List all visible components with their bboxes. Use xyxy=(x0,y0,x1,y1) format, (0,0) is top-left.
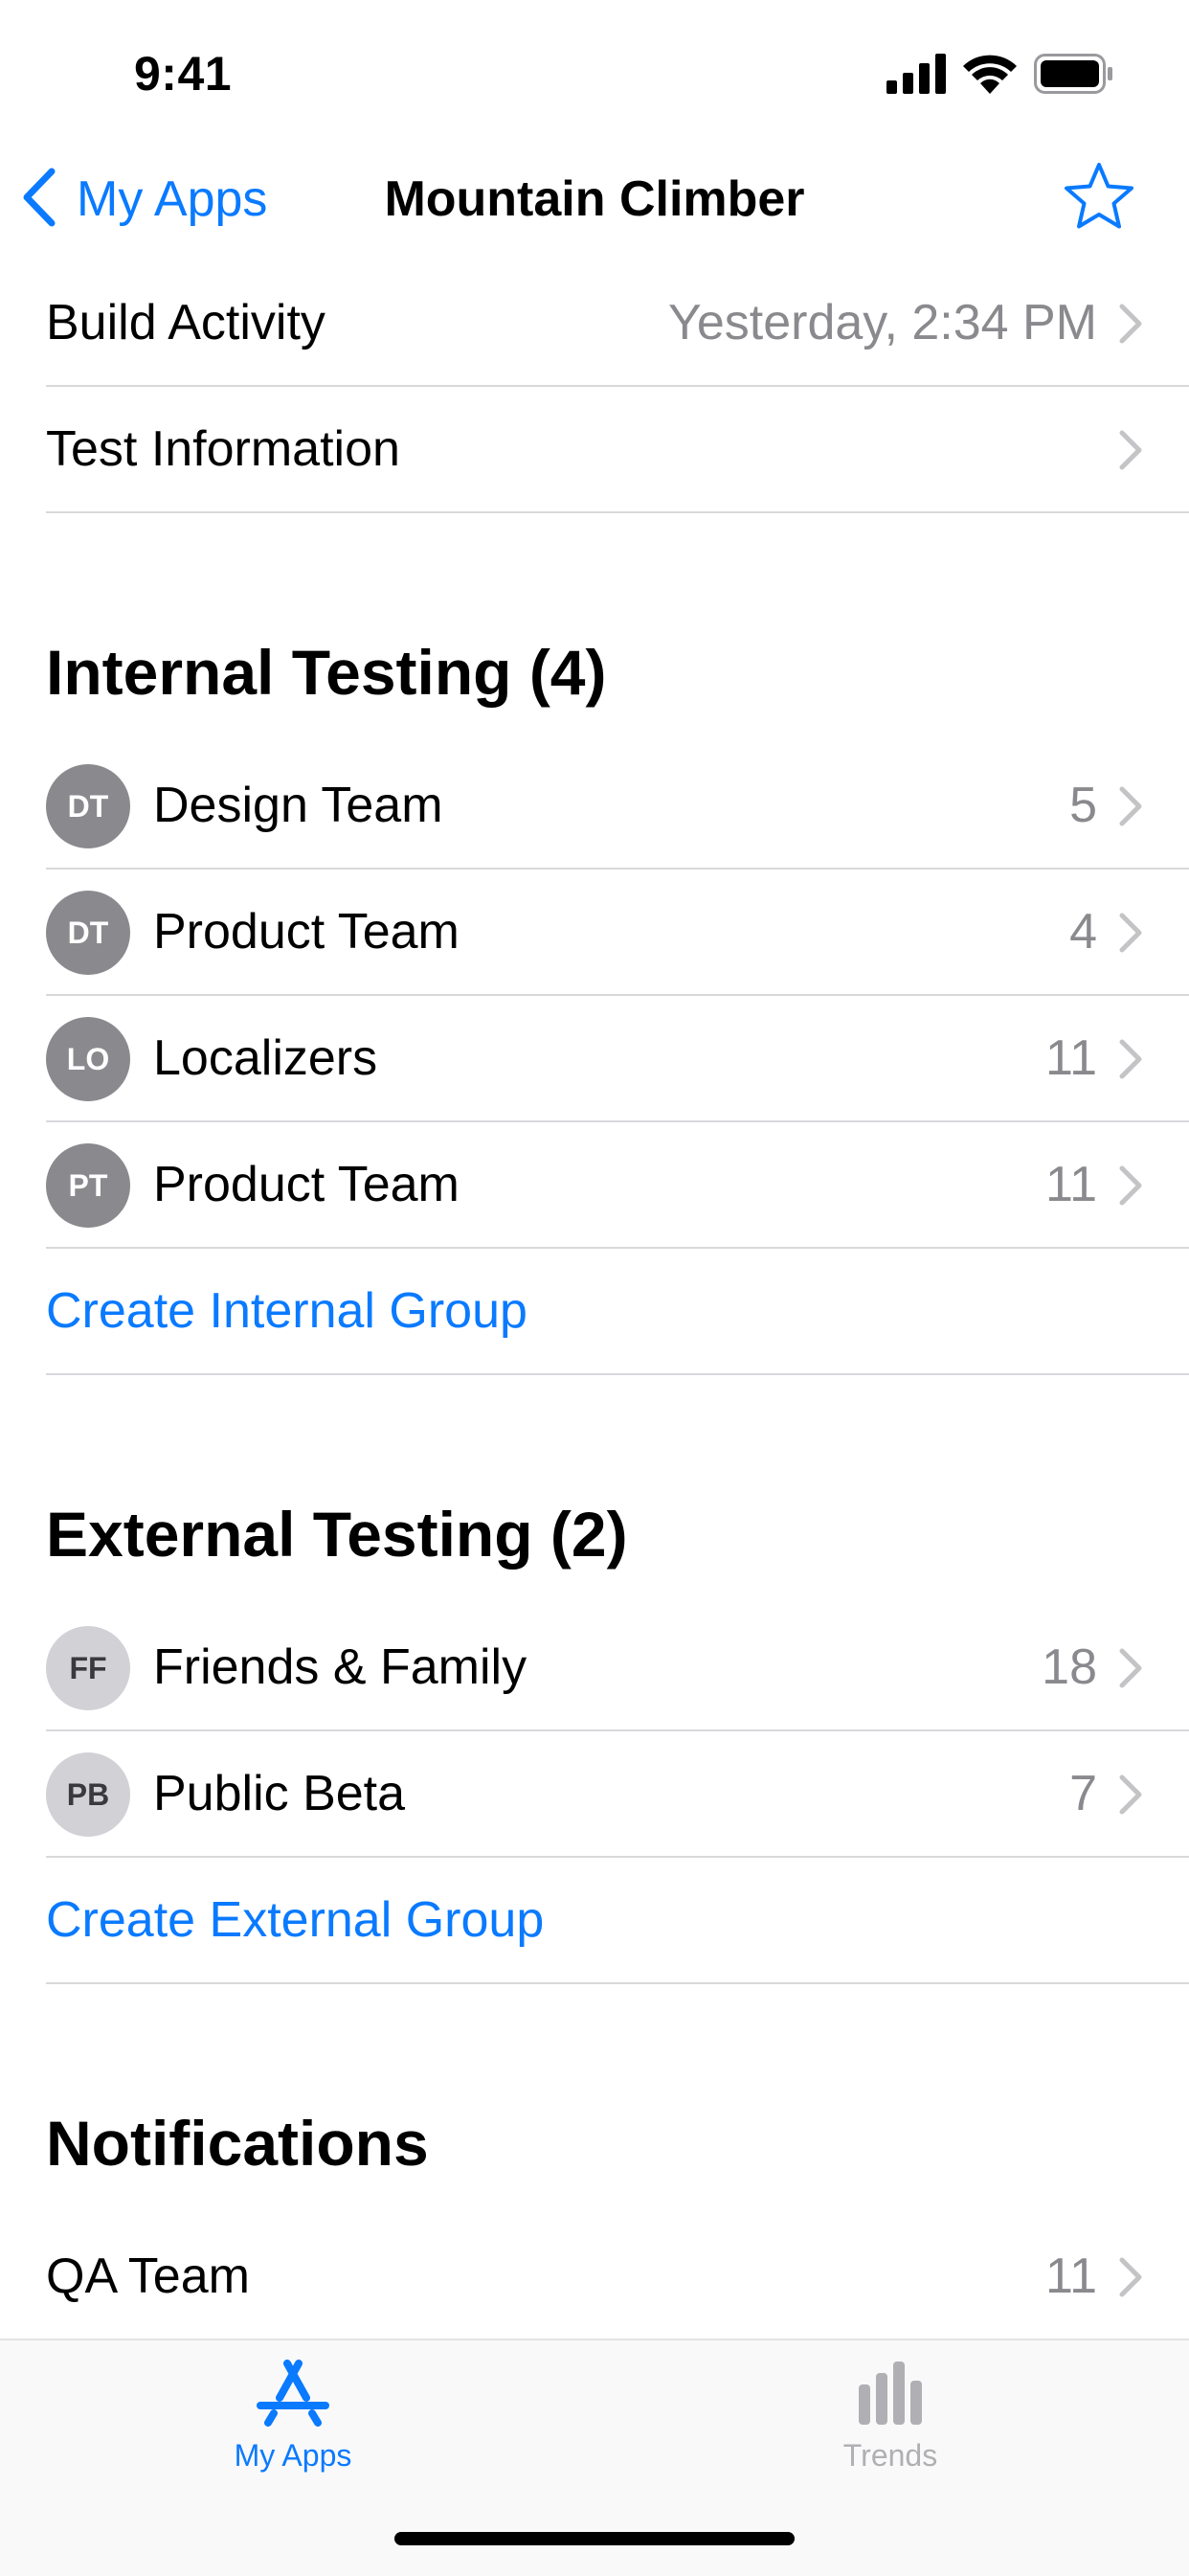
create-internal-group-label: Create Internal Group xyxy=(46,1283,527,1339)
tab-my-apps[interactable]: My Apps xyxy=(149,2360,437,2474)
group-avatar: LO xyxy=(46,1017,130,1101)
group-count: 7 xyxy=(1069,1766,1097,1821)
cellular-signal-icon xyxy=(886,54,946,94)
tab-label: My Apps xyxy=(234,2438,352,2473)
create-external-group-label: Create External Group xyxy=(46,1892,545,1948)
page-title: Mountain Climber xyxy=(384,171,805,227)
chevron-right-icon xyxy=(1119,430,1142,470)
group-avatar: PB xyxy=(46,1752,130,1837)
group-name: Public Beta xyxy=(153,1766,406,1821)
row-value: Yesterday, 2:34 PM xyxy=(667,295,1097,350)
group-name: Localizers xyxy=(153,1030,378,1086)
group-count: 11 xyxy=(1045,1030,1097,1086)
create-external-group-button[interactable]: Create External Group xyxy=(46,1858,1189,1984)
group-name: Design Team xyxy=(153,778,443,833)
external-group-row[interactable]: PB Public Beta 7 xyxy=(46,1731,1189,1858)
chevron-right-icon xyxy=(1119,1648,1142,1688)
tab-trends[interactable]: Trends xyxy=(747,2360,1034,2474)
notifications-title: Notifications xyxy=(46,2108,429,2179)
internal-testing-title: Internal Testing (4) xyxy=(46,637,607,708)
home-indicator xyxy=(394,2532,795,2545)
group-avatar: PT xyxy=(46,1143,130,1228)
build-activity-row[interactable]: Build Activity Yesterday, 2:34 PM xyxy=(46,260,1189,387)
group-avatar: FF xyxy=(46,1626,130,1710)
tab-label: Trends xyxy=(842,2438,938,2473)
internal-group-row[interactable]: DT Product Team 4 xyxy=(46,870,1189,996)
notification-row[interactable]: QA Team 11 xyxy=(46,2214,1189,2340)
internal-group-row[interactable]: PT Product Team 11 xyxy=(46,1122,1189,1249)
chevron-right-icon xyxy=(1119,2257,1142,2297)
chevron-right-icon xyxy=(1119,1039,1142,1079)
row-label: Test Information xyxy=(46,421,400,477)
group-count: 5 xyxy=(1069,778,1097,833)
row-label: QA Team xyxy=(46,2248,250,2304)
chevron-right-icon xyxy=(1119,1774,1142,1815)
app-store-icon xyxy=(149,2360,437,2430)
create-internal-group-button[interactable]: Create Internal Group xyxy=(46,1249,1189,1375)
external-group-row[interactable]: FF Friends & Family 18 xyxy=(46,1605,1189,1731)
group-avatar: DT xyxy=(46,891,130,975)
group-count: 11 xyxy=(1045,1157,1097,1212)
status-time: 9:41 xyxy=(134,47,233,101)
star-icon[interactable] xyxy=(1061,159,1137,236)
chevron-right-icon xyxy=(1119,304,1142,344)
group-count: 4 xyxy=(1069,904,1097,960)
group-name: Product Team xyxy=(153,904,460,960)
group-avatar: DT xyxy=(46,764,130,848)
battery-icon xyxy=(1034,54,1114,94)
internal-group-row[interactable]: LO Localizers 11 xyxy=(46,996,1189,1122)
group-name: Product Team xyxy=(153,1157,460,1212)
bar-chart-icon xyxy=(747,2360,1034,2430)
test-information-row[interactable]: Test Information xyxy=(46,387,1189,513)
row-label: Build Activity xyxy=(46,295,325,350)
row-count: 11 xyxy=(1045,2248,1097,2304)
group-count: 18 xyxy=(1042,1639,1097,1695)
group-name: Friends & Family xyxy=(153,1639,527,1695)
internal-group-row[interactable]: DT Design Team 5 xyxy=(46,743,1189,870)
external-testing-title: External Testing (2) xyxy=(46,1499,628,1570)
chevron-right-icon xyxy=(1119,1165,1142,1206)
chevron-right-icon xyxy=(1119,786,1142,826)
chevron-right-icon xyxy=(1119,913,1142,953)
wifi-icon xyxy=(963,52,1017,94)
